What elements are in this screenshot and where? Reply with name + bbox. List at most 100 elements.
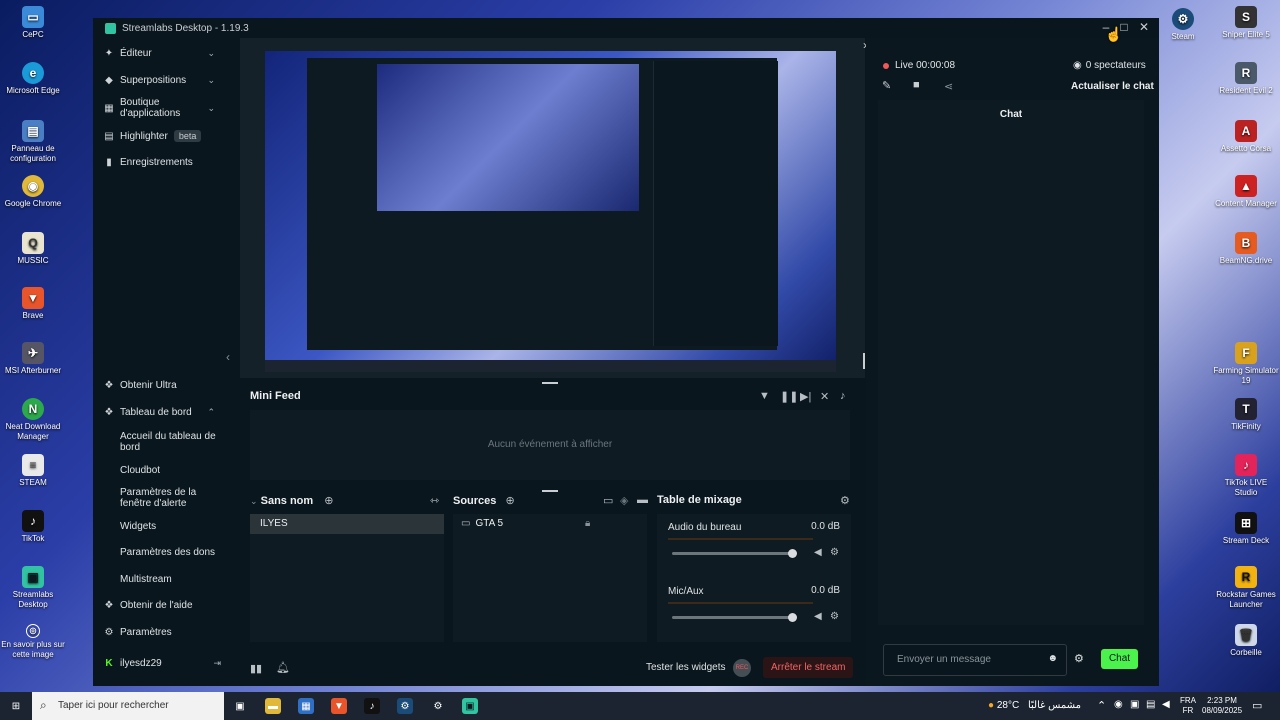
windows-start-icon[interactable]: ⊞ — [8, 698, 24, 714]
volume-slider-thumb[interactable] — [788, 613, 797, 622]
collapse-sidebar-chevron[interactable]: ‹ — [226, 350, 230, 364]
weather-widget[interactable]: ● 28°C مشمس غالبًا — [988, 700, 1081, 711]
camera-icon[interactable]: ■ — [913, 79, 920, 91]
desktop-icon-re2[interactable]: R Resident Evil 2 — [1213, 62, 1279, 96]
volume-icon[interactable]: ♪ — [840, 390, 846, 402]
volume-icon[interactable]: ◀ — [1162, 699, 1170, 710]
taskbar-search[interactable]: ⌕ Taper ici pour rechercher — [32, 692, 224, 720]
nav-cloudbot[interactable]: Cloudbot — [120, 465, 225, 476]
logout-icon[interactable]: ⇥ — [213, 658, 221, 669]
volume-slider[interactable] — [672, 613, 797, 622]
add-source-icon[interactable]: ⊕ — [505, 495, 514, 507]
user-profile[interactable]: Kilyesdz29 ⇥ — [103, 658, 221, 669]
chat-input[interactable]: Envoyer un message ☻ — [883, 644, 1067, 676]
mute-alerts-icon[interactable]: ✕ — [820, 390, 829, 403]
scene-transition-icon[interactable]: ⇿ — [430, 494, 439, 507]
emoji-icon[interactable]: ☻ — [1047, 653, 1058, 664]
task-view-icon[interactable]: ▣ — [232, 698, 248, 714]
drag-handle[interactable] — [542, 490, 558, 492]
desktop-icon-streamlabs[interactable]: ▣ Streamlabs Desktop — [0, 566, 66, 610]
desktop-icon-edge[interactable]: e Microsoft Edge — [0, 62, 66, 96]
desktop-icon-chrome[interactable]: ◉ Google Chrome — [0, 175, 66, 209]
desktop-icon-farming[interactable]: F Farming Simulator 19 — [1213, 342, 1279, 386]
tray-icon[interactable]: ▣ — [1130, 699, 1139, 710]
stats-icon[interactable]: ▮▮ — [250, 662, 262, 675]
source-item[interactable]: ▭ GTA 5 🔒︎ — [453, 514, 647, 534]
nav-app-store[interactable]: ▦ Boutique d'applications ⌄ — [103, 97, 223, 119]
nav-help[interactable]: ❖ Obtenir de l'aide — [103, 600, 193, 611]
refresh-chat-button[interactable]: Actualiser le chat — [1071, 81, 1154, 92]
desktop-icon-rockstar[interactable]: R Rockstar Games Launcher — [1213, 566, 1279, 610]
pause-icon[interactable]: ❚❚ — [780, 390, 798, 403]
source-group-icon[interactable]: ◈ — [620, 494, 628, 507]
nav-widgets[interactable]: Widgets — [120, 521, 225, 532]
rec-button[interactable]: REC — [733, 659, 751, 677]
volume-slider[interactable] — [672, 549, 797, 558]
chevron-up-icon[interactable]: ⌃ — [1097, 699, 1106, 712]
clock[interactable]: 2:23 PM 08/09/2025 — [1202, 696, 1242, 716]
nav-recordings[interactable]: ▮ Enregistrements — [103, 157, 193, 168]
drag-handle[interactable] — [542, 382, 558, 384]
resize-handle[interactable] — [863, 353, 865, 369]
brave-icon[interactable]: ▼ — [331, 698, 347, 714]
notifications-icon[interactable]: 🔔︎ — [276, 661, 290, 674]
tray-icon[interactable]: ◉ — [1114, 699, 1123, 710]
edit-stream-icon[interactable]: ✎ — [882, 79, 891, 92]
desktop-icon-steam[interactable]: ⚙ Steam — [1150, 8, 1216, 42]
desktop-icon-learn-more[interactable]: ◎ En savoir plus sur cette image — [0, 624, 66, 660]
desktop-icon-content-manager[interactable]: ▲ Content Manager — [1213, 175, 1279, 209]
stop-stream-button[interactable]: Arrêter le stream — [763, 657, 854, 678]
settings-icon[interactable]: ⚙ — [430, 698, 446, 714]
add-scene-icon[interactable]: ⊕ — [324, 495, 333, 507]
channel-settings-icon[interactable]: ⚙ — [830, 547, 839, 558]
nav-multistream[interactable]: Multistream — [120, 574, 225, 585]
desktop-icon-brave[interactable]: ▼ Brave — [0, 287, 66, 321]
steam-icon[interactable]: ⚙ — [397, 698, 413, 714]
send-chat-button[interactable]: Chat — [1101, 649, 1138, 669]
test-widgets-button[interactable]: Tester les widgets — [646, 662, 725, 673]
desktop-icon-sniper[interactable]: S Sniper Elite 5 — [1213, 6, 1279, 40]
source-display-icon[interactable]: ▭ — [603, 494, 613, 507]
desktop-icon-ndm[interactable]: N Neat Download Manager — [0, 398, 66, 442]
tiktok-icon[interactable]: ♪ — [364, 698, 380, 714]
nav-alert-box-settings[interactable]: Paramètres de la fenêtre d'alerte — [120, 487, 225, 509]
lock-icon[interactable]: 🔒︎ — [585, 514, 590, 534]
desktop-icon-beamng[interactable]: B BeamNG.drive — [1213, 232, 1279, 266]
volume-slider-thumb[interactable] — [788, 549, 797, 558]
nav-overlays[interactable]: ◆ Superpositions ⌄ — [103, 75, 223, 86]
nav-highlighter[interactable]: ▤ Highlighter beta — [103, 130, 202, 142]
scene-collection-chevron-icon[interactable]: ⌄ — [250, 496, 258, 506]
nav-donation-settings[interactable]: Paramètres des dons — [120, 547, 225, 558]
source-folder-icon[interactable]: ▬ — [637, 494, 648, 506]
streamlabs-taskbar-icon[interactable]: ▣ — [462, 698, 478, 714]
mute-icon[interactable]: ◀ — [814, 611, 822, 622]
nav-editor[interactable]: ✦ Éditeur ⌄ — [103, 48, 223, 59]
network-icon[interactable]: ▤ — [1146, 699, 1155, 710]
desktop-icon-mussic[interactable]: Q MUSSIC — [0, 232, 66, 266]
desktop-icon-control-panel[interactable]: ▤ Panneau de configuration — [0, 120, 66, 164]
mixer-settings-icon[interactable]: ⚙ — [840, 494, 850, 507]
desktop-icon-stream-deck[interactable]: ⊞ Stream Deck — [1213, 512, 1279, 546]
nav-dashboard-home[interactable]: Accueil du tableau de bord — [120, 431, 225, 453]
desktop-icon-msi[interactable]: ✈ MSI Afterburner — [0, 342, 66, 376]
desktop-icon-tiktok-live[interactable]: ♪ TikTok LIVE Studio — [1213, 454, 1279, 498]
close-icon[interactable]: ✕ — [1135, 20, 1153, 34]
skip-icon[interactable]: ▶| — [800, 390, 811, 403]
language-indicator[interactable]: FRA FR — [1180, 696, 1196, 716]
nav-settings[interactable]: ⚙ Paramètres — [103, 627, 172, 638]
desktop-icon-tiktok[interactable]: ♪ TikTok — [0, 510, 66, 544]
desktop-icon-recycle-bin[interactable]: 🗑 Corbeille — [1213, 624, 1279, 658]
desktop-icon-steam-folder[interactable]: ≡ STEAM — [0, 454, 66, 488]
share-icon[interactable]: ⋖ — [944, 80, 953, 93]
file-explorer-icon[interactable]: ▬ — [265, 698, 281, 714]
desktop-icon-tikfinity[interactable]: T TikFinity — [1213, 398, 1279, 432]
mute-icon[interactable]: ◀ — [814, 547, 822, 558]
nav-dashboard[interactable]: ❖ Tableau de bord ⌃ — [103, 407, 223, 418]
scene-item[interactable]: ILYES — [250, 514, 444, 534]
channel-settings-icon[interactable]: ⚙ — [830, 611, 839, 622]
chat-settings-icon[interactable]: ⚙ — [1074, 652, 1084, 665]
desktop-icon-assetto[interactable]: A Assetto Corsa — [1213, 120, 1279, 154]
nav-get-ultra[interactable]: ❖ Obtenir Ultra — [103, 380, 177, 391]
filter-icon[interactable]: ▼ — [759, 390, 770, 402]
notification-center-icon[interactable]: ▭ — [1252, 699, 1262, 712]
